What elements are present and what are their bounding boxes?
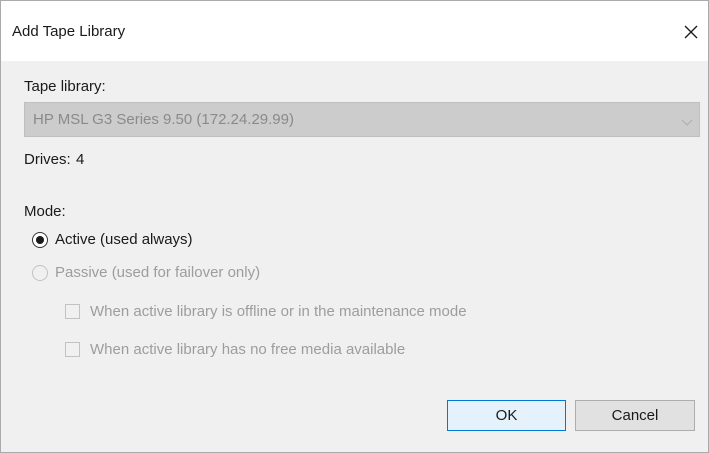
no-free-media-label[interactable]: When active library has no free media av…	[90, 341, 405, 358]
mode-label: Mode:	[24, 203, 66, 220]
no-free-media-checkbox[interactable]	[65, 342, 80, 357]
chevron-down-icon	[681, 115, 693, 133]
tape-library-label: Tape library:	[24, 78, 106, 95]
offline-maintenance-checkbox[interactable]	[65, 304, 80, 319]
title-bar: Add Tape Library	[1, 1, 708, 61]
active-mode-radio[interactable]	[32, 232, 48, 248]
tape-library-selected-value: HP MSL G3 Series 9.50 (172.24.29.99)	[33, 111, 294, 128]
radio-selected-dot	[36, 236, 44, 244]
dialog-title: Add Tape Library	[12, 23, 126, 40]
add-tape-library-dialog: Add Tape Library Tape library: HP MSL G3…	[0, 0, 709, 453]
drives-value: 4	[76, 151, 85, 168]
close-icon	[678, 19, 704, 45]
tape-library-select[interactable]: HP MSL G3 Series 9.50 (172.24.29.99)	[24, 102, 700, 137]
offline-maintenance-label[interactable]: When active library is offline or in the…	[90, 303, 467, 320]
passive-mode-radio[interactable]	[32, 265, 48, 281]
cancel-button[interactable]: Cancel	[575, 400, 695, 431]
drives-label: Drives:	[24, 151, 71, 168]
passive-mode-label[interactable]: Passive (used for failover only)	[55, 264, 260, 281]
close-button[interactable]	[678, 19, 704, 45]
ok-button[interactable]: OK	[447, 400, 566, 431]
active-mode-label[interactable]: Active (used always)	[55, 231, 193, 248]
